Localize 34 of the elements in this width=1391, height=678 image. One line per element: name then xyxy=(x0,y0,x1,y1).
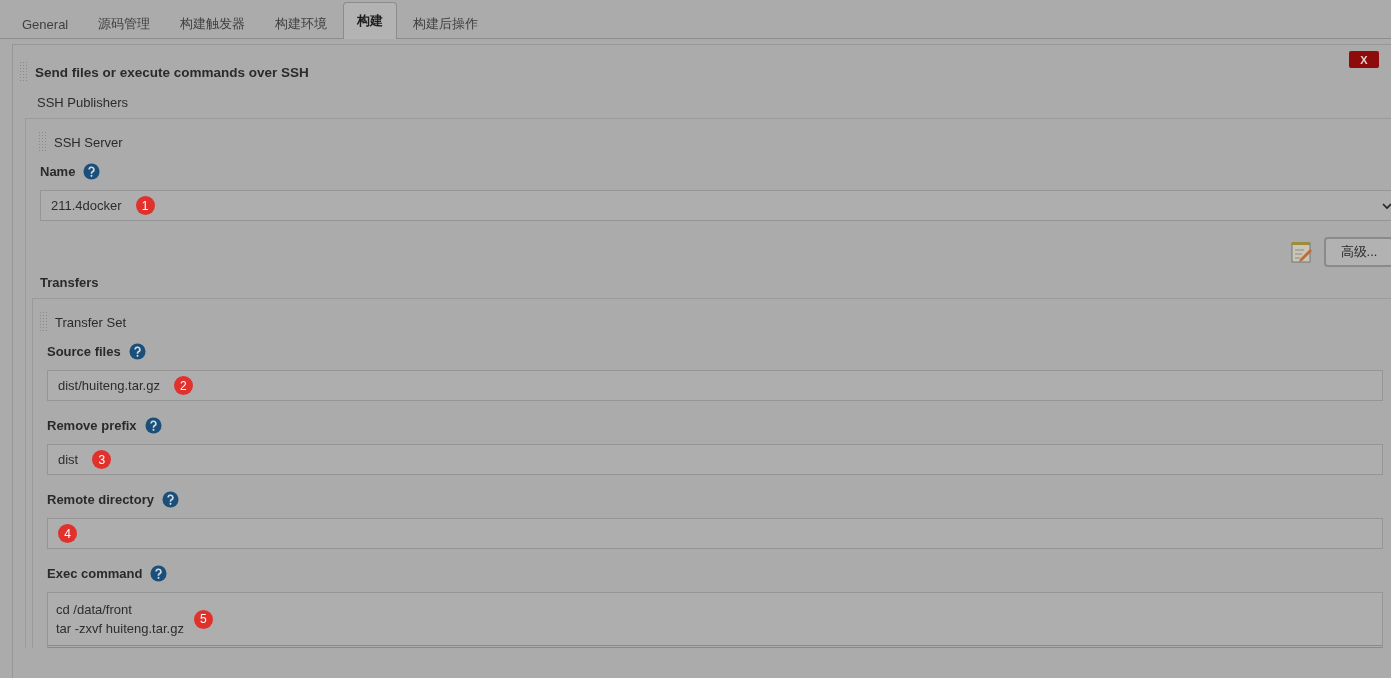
subsection-title: SSH Publishers xyxy=(37,95,130,110)
advanced-button[interactable]: 高级... xyxy=(1324,237,1391,267)
text-input[interactable]: dist 3 xyxy=(47,444,1383,475)
tab[interactable]: 构建后操作 xyxy=(399,8,493,39)
tab[interactable]: 源码管理 xyxy=(84,8,165,39)
caret-icon xyxy=(1382,201,1391,210)
number-marker: 2 xyxy=(173,376,193,395)
field-label: Name xyxy=(40,164,76,179)
help-icon[interactable] xyxy=(161,491,179,508)
tab[interactable]: General xyxy=(8,8,83,39)
help-icon[interactable] xyxy=(128,343,146,360)
panel-title: Transfer Set xyxy=(55,314,127,330)
text-input[interactable]: 4 xyxy=(47,518,1383,549)
number-marker: 4 xyxy=(58,524,77,543)
command-textarea[interactable]: cd /data/front tar -zxvf huiteng.tar.gz 5 xyxy=(47,592,1383,648)
panel-title: SSH Server xyxy=(54,134,123,150)
text-input[interactable]: dist/huiteng.tar.gz 2 xyxy=(47,370,1383,401)
section-title: Send files or execute commands over SSH xyxy=(35,64,309,80)
section-label: Transfers xyxy=(40,275,99,290)
field-label: Exec command xyxy=(47,566,143,581)
number-marker: 5 xyxy=(193,609,213,629)
field-label: Remote directory xyxy=(47,492,154,507)
field-label: Source files xyxy=(47,344,121,359)
field-label: Remove prefix xyxy=(47,418,137,433)
help-icon[interactable] xyxy=(144,417,162,434)
number-marker: 1 xyxy=(135,196,155,215)
tab[interactable]: 构建触发器 xyxy=(166,8,260,39)
close-button[interactable]: X xyxy=(1349,51,1379,68)
server-select[interactable]: 211.4docker 1 xyxy=(40,190,1391,221)
number-marker: 3 xyxy=(92,450,112,469)
tab[interactable]: 构建环境 xyxy=(261,8,342,39)
help-icon[interactable] xyxy=(83,163,101,180)
tab[interactable]: 构建 xyxy=(343,2,398,39)
help-icon[interactable] xyxy=(150,565,168,582)
